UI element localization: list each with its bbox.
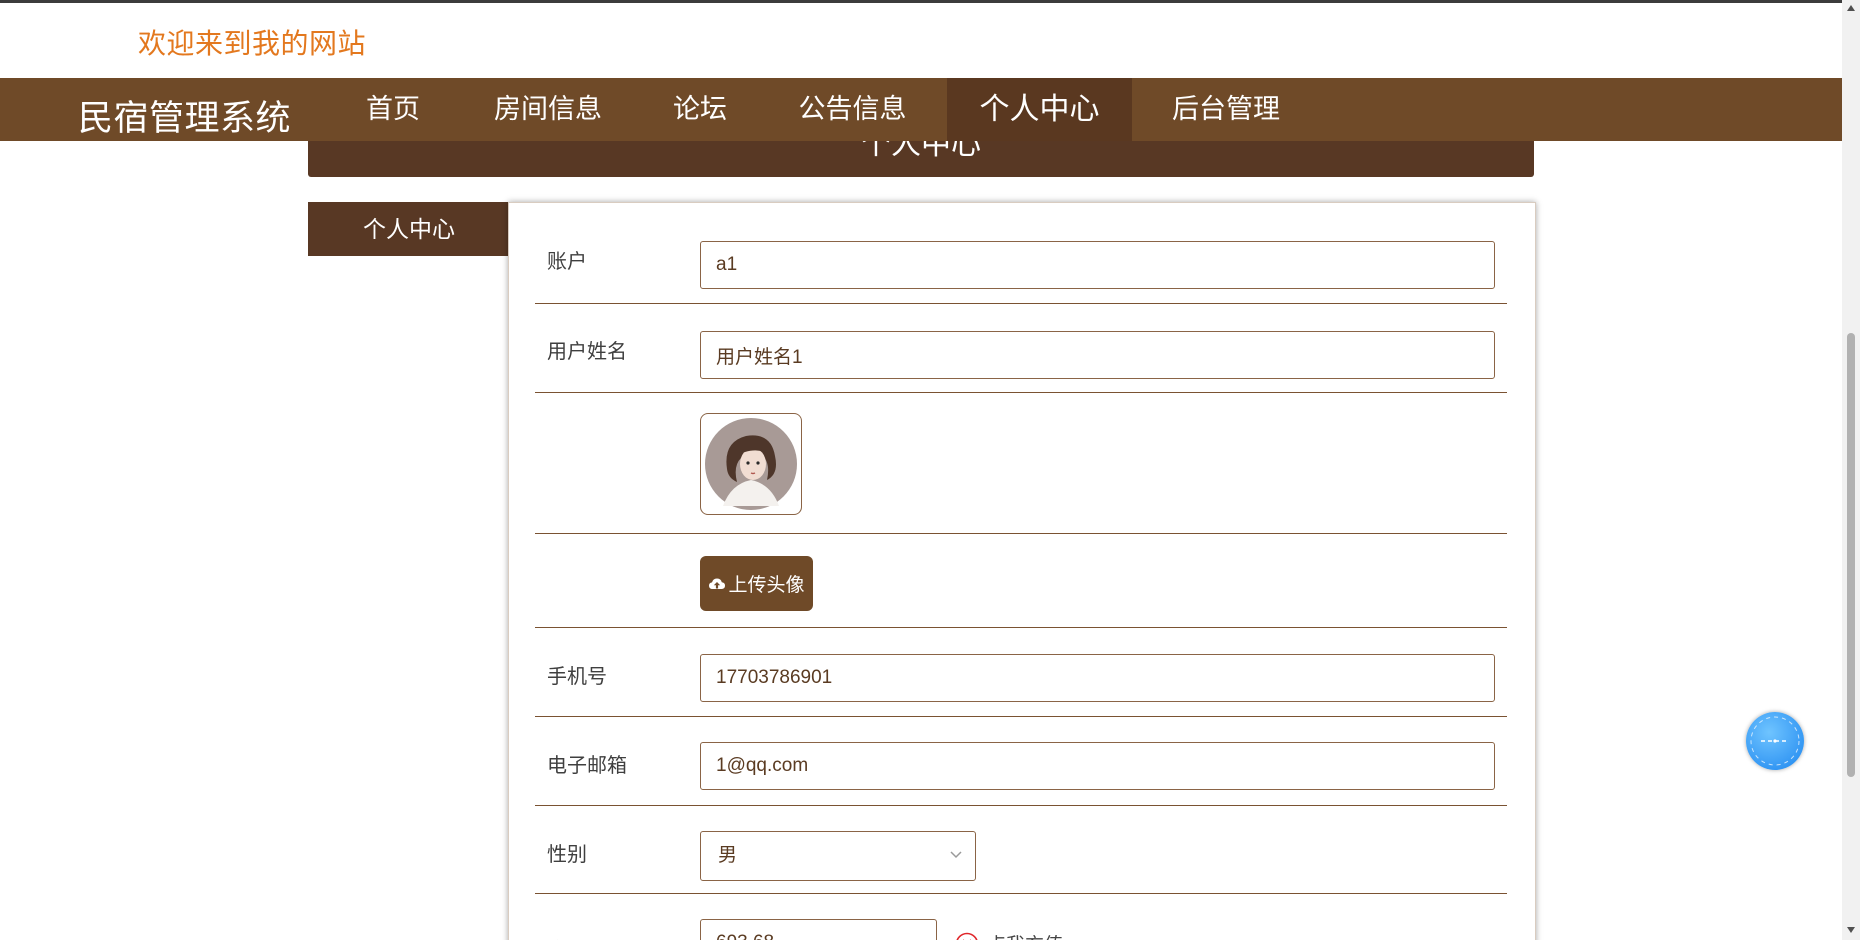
username-input[interactable]: [700, 331, 1495, 379]
account-label: 账户: [547, 251, 587, 273]
nav-item-notices[interactable]: 公告信息: [785, 78, 920, 141]
scrollbar-thumb[interactable]: [1847, 333, 1855, 777]
nav-item-profile[interactable]: 个人中心: [947, 78, 1132, 141]
gender-label: 性别: [547, 844, 587, 866]
form-row-avatar: [535, 393, 1507, 534]
menu-icon: [1750, 716, 1800, 766]
floating-assistant-button[interactable]: [1746, 712, 1804, 770]
scroll-down-arrow-icon[interactable]: [1846, 926, 1856, 934]
gender-select[interactable]: 男: [700, 831, 976, 881]
form-row-username: 用户姓名: [535, 304, 1507, 393]
chevron-down-icon: [950, 851, 962, 859]
balance-input[interactable]: [700, 919, 937, 940]
cloud-upload-icon: [709, 578, 726, 589]
username-label: 用户姓名: [547, 341, 627, 363]
page: 欢迎来到我的网站 民宿管理系统 首页 房间信息 论坛 公告信息 个人中心 后台管…: [0, 0, 1860, 940]
section-header: 个人中心: [308, 141, 1534, 177]
avatar-image: [705, 418, 797, 510]
nav-item-admin[interactable]: 后台管理: [1160, 78, 1292, 141]
form-row-balance: 余额 点我充值: [535, 894, 1507, 940]
nav-item-forum[interactable]: 论坛: [660, 78, 740, 141]
form-row-account: 账户: [535, 203, 1507, 304]
top-nav: 民宿管理系统 首页 房间信息 论坛 公告信息 个人中心 后台管理: [0, 78, 1842, 141]
site-brand[interactable]: 民宿管理系统: [78, 90, 291, 141]
form-row-gender: 性别 男: [535, 806, 1507, 894]
form-row-phone: 手机号: [535, 628, 1507, 717]
section-title: 个人中心: [861, 141, 981, 161]
gender-select-value: 男: [718, 845, 738, 866]
welcome-text: 欢迎来到我的网站: [138, 28, 367, 59]
recharge-action[interactable]: 点我充值: [955, 930, 1063, 940]
phone-label: 手机号: [547, 666, 607, 688]
upload-avatar-button[interactable]: 上传头像: [700, 556, 813, 611]
form-row-upload: 上传头像: [535, 534, 1507, 628]
sidebar-item-profile[interactable]: 个人中心: [308, 202, 508, 256]
vertical-scrollbar[interactable]: [1842, 0, 1860, 940]
upload-avatar-label: 上传头像: [728, 575, 805, 596]
email-label: 电子邮箱: [547, 755, 627, 777]
phone-input[interactable]: [700, 654, 1495, 702]
nav-item-home[interactable]: 首页: [353, 78, 433, 141]
window-top-border: [0, 0, 1860, 3]
close-circle-icon: [956, 932, 978, 940]
nav-item-rooms[interactable]: 房间信息: [482, 78, 614, 141]
recharge-link[interactable]: 点我充值: [987, 930, 1063, 940]
profile-form-panel: 账户 用户姓名: [508, 202, 1536, 940]
balance-label: 余额: [547, 934, 587, 940]
account-input[interactable]: [700, 241, 1495, 289]
form-row-email: 电子邮箱: [535, 717, 1507, 806]
scroll-up-arrow-icon[interactable]: [1846, 4, 1856, 12]
avatar[interactable]: [700, 413, 802, 515]
email-input[interactable]: [700, 742, 1495, 790]
